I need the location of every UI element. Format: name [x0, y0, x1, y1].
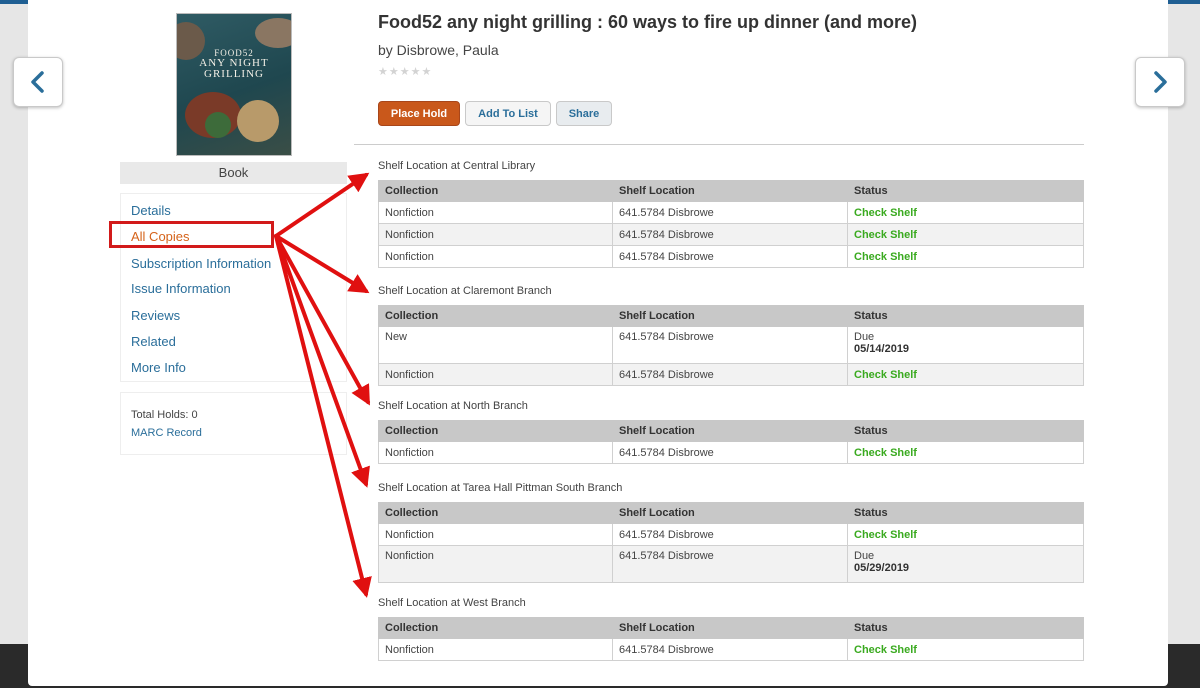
status-cell: Check Shelf: [847, 638, 1084, 661]
cover-title: ANY NIGHT GRILLING: [199, 57, 269, 80]
previous-record-button[interactable]: [13, 57, 63, 107]
table-header-row: Collection Shelf Location Status: [378, 617, 1084, 639]
column-header-status: Status: [847, 305, 1084, 327]
record-sidebar-nav: Details All Copies Subscription Informat…: [120, 193, 347, 382]
shelf-location-cell: 641.5784 Disbrowe: [612, 326, 848, 364]
sidebar-item-subscription-information[interactable]: Subscription Information: [131, 256, 271, 271]
table-row: Nonfiction 641.5784 Disbrowe Check Shelf: [378, 638, 1084, 661]
collection-cell: Nonfiction: [378, 245, 613, 268]
copies-table: Collection Shelf Location Status Nonfict…: [378, 420, 1084, 464]
status-cell: Check Shelf: [847, 223, 1084, 246]
shelf-location-cell: 641.5784 Disbrowe: [612, 223, 848, 246]
due-date: 05/29/2019: [854, 562, 910, 574]
shelf-location-cell: 641.5784 Disbrowe: [612, 545, 848, 583]
shelf-location-cell: 641.5784 Disbrowe: [612, 245, 848, 268]
table-row: New 641.5784 Disbrowe Due 05/14/2019: [378, 326, 1084, 364]
sidebar-item-related[interactable]: Related: [131, 334, 176, 349]
column-header-shelf-location: Shelf Location: [612, 420, 848, 442]
status-cell: Check Shelf: [847, 441, 1084, 464]
shelf-location-cell: 641.5784 Disbrowe: [612, 363, 848, 386]
collection-cell: Nonfiction: [378, 223, 613, 246]
location-title: Shelf Location at Central Library: [378, 160, 536, 172]
status-cell: Check Shelf: [847, 201, 1084, 224]
rating-stars[interactable]: ★★★★★: [378, 65, 432, 78]
collection-cell: New: [378, 326, 613, 364]
column-header-shelf-location: Shelf Location: [612, 180, 848, 202]
column-header-shelf-location: Shelf Location: [612, 305, 848, 327]
collection-cell: Nonfiction: [378, 363, 613, 386]
due-date: 05/14/2019: [854, 343, 910, 355]
shelf-location-cell: 641.5784 Disbrowe: [612, 201, 848, 224]
status-cell: Check Shelf: [847, 523, 1084, 546]
share-button[interactable]: Share: [556, 101, 612, 126]
status-cell: Check Shelf: [847, 245, 1084, 268]
table-row: Nonfiction 641.5784 Disbrowe Check Shelf: [378, 363, 1084, 386]
location-title: Shelf Location at West Branch: [378, 597, 526, 609]
table-row: Nonfiction 641.5784 Disbrowe Check Shelf: [378, 245, 1084, 268]
status-cell: Check Shelf: [847, 363, 1084, 386]
shelf-location-cell: 641.5784 Disbrowe: [612, 441, 848, 464]
record-title: Food52 any night grilling : 60 ways to f…: [378, 12, 918, 32]
format-label: Book: [120, 162, 347, 184]
column-header-status: Status: [847, 617, 1084, 639]
place-hold-button[interactable]: Place Hold: [378, 101, 460, 126]
table-row: Nonfiction 641.5784 Disbrowe Check Shelf: [378, 223, 1084, 246]
marc-record-link[interactable]: MARC Record: [131, 427, 202, 439]
sidebar-item-details[interactable]: Details: [131, 203, 171, 218]
add-to-list-button[interactable]: Add To List: [465, 101, 551, 126]
copies-table: Collection Shelf Location Status New 641…: [378, 305, 1084, 386]
status-text: Due: [854, 550, 875, 562]
collection-cell: Nonfiction: [378, 201, 613, 224]
column-header-status: Status: [847, 420, 1084, 442]
record-extras: Total Holds: 0 MARC Record: [120, 392, 347, 455]
table-header-row: Collection Shelf Location Status: [378, 305, 1084, 327]
location-title: Shelf Location at North Branch: [378, 400, 528, 412]
table-header-row: Collection Shelf Location Status: [378, 180, 1084, 202]
book-cover[interactable]: FOOD52 ANY NIGHT GRILLING: [176, 13, 292, 156]
chevron-right-icon: [1154, 71, 1167, 93]
column-header-collection: Collection: [378, 420, 613, 442]
copies-table: Collection Shelf Location Status Nonfict…: [378, 617, 1084, 661]
status-cell: Due 05/29/2019: [847, 545, 1084, 583]
copies-table: Collection Shelf Location Status Nonfict…: [378, 502, 1084, 583]
table-row: Nonfiction 641.5784 Disbrowe Due 05/29/2…: [378, 545, 1084, 583]
column-header-collection: Collection: [378, 617, 613, 639]
collection-cell: Nonfiction: [378, 441, 613, 464]
location-title: Shelf Location at Claremont Branch: [378, 285, 552, 297]
status-cell: Due 05/14/2019: [847, 326, 1084, 364]
status-text: Due: [854, 331, 875, 343]
column-header-shelf-location: Shelf Location: [612, 502, 848, 524]
column-header-collection: Collection: [378, 502, 613, 524]
table-row: Nonfiction 641.5784 Disbrowe Check Shelf: [378, 441, 1084, 464]
collection-cell: Nonfiction: [378, 523, 613, 546]
column-header-status: Status: [847, 502, 1084, 524]
column-header-collection: Collection: [378, 180, 613, 202]
shelf-location-cell: 641.5784 Disbrowe: [612, 523, 848, 546]
column-header-collection: Collection: [378, 305, 613, 327]
column-header-status: Status: [847, 180, 1084, 202]
table-row: Nonfiction 641.5784 Disbrowe Check Shelf: [378, 523, 1084, 546]
sidebar-item-all-copies[interactable]: All Copies: [131, 229, 190, 244]
collection-cell: Nonfiction: [378, 545, 613, 583]
location-title: Shelf Location at Tarea Hall Pittman Sou…: [378, 482, 623, 494]
table-header-row: Collection Shelf Location Status: [378, 502, 1084, 524]
column-header-shelf-location: Shelf Location: [612, 617, 848, 639]
total-holds: Total Holds: 0: [131, 409, 198, 421]
collection-cell: Nonfiction: [378, 638, 613, 661]
table-header-row: Collection Shelf Location Status: [378, 420, 1084, 442]
table-row: Nonfiction 641.5784 Disbrowe Check Shelf: [378, 201, 1084, 224]
copies-table: Collection Shelf Location Status Nonfict…: [378, 180, 1084, 268]
record-author[interactable]: by Disbrowe, Paula: [378, 42, 499, 58]
next-record-button[interactable]: [1135, 57, 1185, 107]
shelf-location-cell: 641.5784 Disbrowe: [612, 638, 848, 661]
sidebar-item-issue-information[interactable]: Issue Information: [131, 281, 231, 296]
divider: [354, 144, 1084, 145]
chevron-left-icon: [31, 71, 44, 93]
sidebar-item-more-info[interactable]: More Info: [131, 360, 186, 375]
sidebar-item-reviews[interactable]: Reviews: [131, 308, 180, 323]
